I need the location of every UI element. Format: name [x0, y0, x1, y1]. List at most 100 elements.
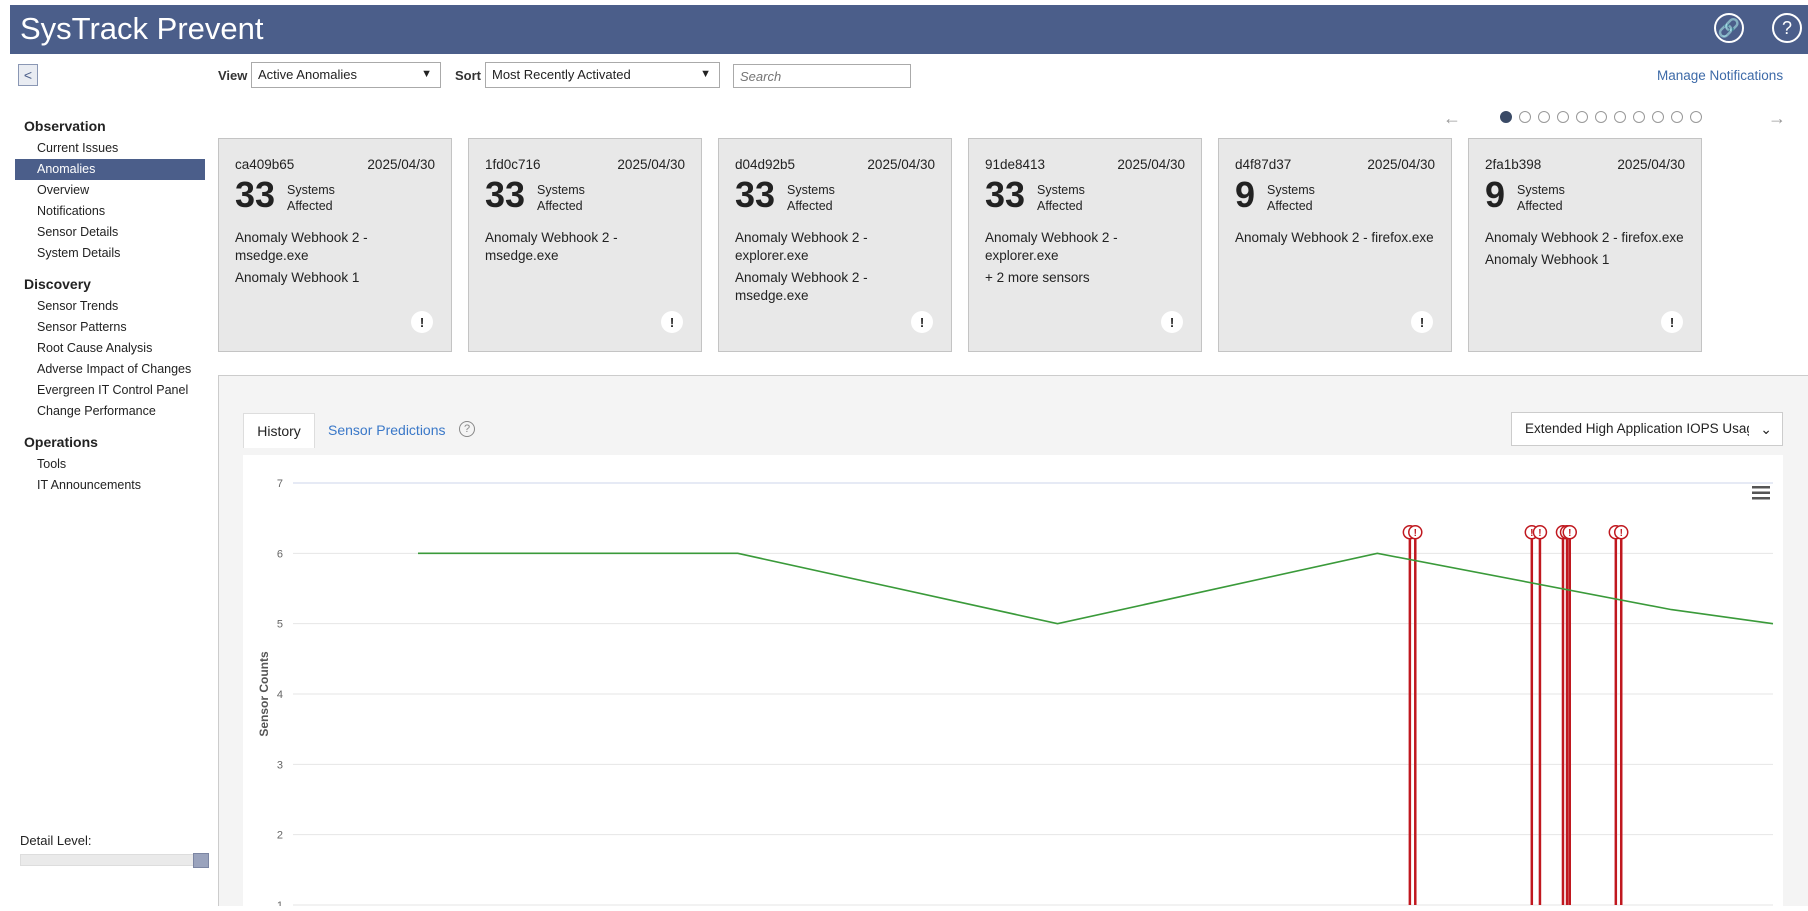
detail-level-slider[interactable]: [20, 853, 209, 868]
nav-section-title: Operations: [24, 434, 98, 450]
sidebar-nav: Observation Current Issues Anomalies Overvi…: [15, 116, 205, 506]
next-arrow-icon[interactable]: →: [1768, 108, 1786, 129]
anomaly-date: 2025/04/30: [367, 157, 435, 172]
sidebar-item-root-cause-analysis[interactable]: Root Cause Analysis: [15, 338, 205, 359]
systems-affected-count: 9: [1235, 174, 1256, 215]
y-tick-label: 5: [277, 619, 283, 631]
y-tick-label: 7: [277, 478, 283, 490]
anomaly-card[interactable]: ca409b65 2025/04/30 33 Systems Affected Anoma…: [218, 138, 452, 352]
y-tick-label: 4: [277, 689, 283, 701]
view-label: View: [218, 68, 248, 83]
alert-icon: !: [1661, 311, 1683, 333]
chart-menu-icon[interactable]: [1752, 485, 1770, 506]
affected-label: Affected: [1037, 199, 1083, 213]
manage-notifications-link[interactable]: Manage Notifications: [1657, 68, 1783, 83]
page-dot[interactable]: [1500, 111, 1512, 123]
sidebar-item-tools[interactable]: Tools: [15, 454, 205, 475]
alert-icon: !: [661, 311, 683, 333]
systems-affected-count: 33: [735, 174, 776, 215]
nav-section-title: Observation: [24, 118, 106, 134]
y-axis-label: Sensor Counts: [257, 651, 271, 737]
anomaly-marker-glyph: !: [1620, 528, 1623, 539]
sensor-list: Anomaly Webhook 2 - explorer.exe + 2 more…: [985, 229, 1190, 291]
sensor-name: Anomaly Webhook 2 - msedge.exe: [735, 270, 868, 303]
page-dot[interactable]: [1538, 111, 1550, 123]
sensor-name: Anomaly Webhook 2 - msedge.exe: [485, 230, 618, 263]
sort-label: Sort: [455, 68, 481, 83]
sidebar-item-evergreen-it-control-panel[interactable]: Evergreen IT Control Panel: [15, 380, 205, 401]
anomaly-marker-glyph: !: [1538, 528, 1541, 539]
sensor-name: Anomaly Webhook 2 - firefox.exe: [1485, 230, 1684, 245]
systems-affected-label: Systems Affected: [1517, 182, 1565, 214]
page-dot[interactable]: [1614, 111, 1626, 123]
view-select[interactable]: Active Anomalies ▼: [251, 62, 441, 88]
anomaly-id: ca409b65: [235, 157, 295, 172]
page-dot[interactable]: [1519, 111, 1531, 123]
anomaly-card[interactable]: d04d92b5 2025/04/30 33 Systems Affected Anoma…: [718, 138, 952, 352]
affected-label: Affected: [537, 199, 583, 213]
page-dot[interactable]: [1557, 111, 1569, 123]
page-dot[interactable]: [1595, 111, 1607, 123]
systems-affected-label: Systems Affected: [1037, 182, 1085, 214]
page-dot[interactable]: [1633, 111, 1645, 123]
sensor-name: Anomaly Webhook 2 - msedge.exe: [235, 230, 368, 263]
tab-sensor-predictions[interactable]: Sensor Predictions: [328, 413, 446, 447]
nav-section: Observation Current Issues Anomalies Overvi…: [15, 116, 205, 264]
help-icon[interactable]: ?: [1772, 13, 1802, 43]
y-tick-label: 2: [277, 830, 283, 842]
page-dot[interactable]: [1576, 111, 1588, 123]
slider-handle[interactable]: [193, 853, 209, 868]
sensor-list: Anomaly Webhook 2 - msedge.exe: [485, 229, 690, 269]
search-input[interactable]: [733, 64, 911, 88]
sensor-select[interactable]: Extended High Application IOPS Usage ⌄: [1511, 412, 1783, 446]
sidebar-item-system-details[interactable]: System Details: [15, 243, 205, 264]
anomaly-date: 2025/04/30: [1367, 157, 1435, 172]
sidebar-item-notifications[interactable]: Notifications: [15, 201, 205, 222]
anomaly-date: 2025/04/30: [617, 157, 685, 172]
sensor-name: Anomaly Webhook 1: [235, 270, 360, 285]
anomaly-card[interactable]: 1fd0c716 2025/04/30 33 Systems Affected Anoma…: [468, 138, 702, 352]
affected-label: Affected: [287, 199, 333, 213]
sidebar-item-overview[interactable]: Overview: [15, 180, 205, 201]
prev-arrow-icon[interactable]: ←: [1443, 108, 1461, 129]
chevron-left-icon: <: [23, 67, 33, 83]
sidebar-item-it-announcements[interactable]: IT Announcements: [15, 475, 205, 496]
sidebar-item-sensor-details[interactable]: Sensor Details: [15, 222, 205, 243]
link-icon[interactable]: 🔗: [1714, 13, 1744, 43]
anomaly-date: 2025/04/30: [1617, 157, 1685, 172]
systems-affected-label: Systems Affected: [537, 182, 585, 214]
anomaly-card[interactable]: 2fa1b398 2025/04/30 9 Systems Affected Anomal…: [1468, 138, 1702, 352]
systems-label: Systems: [1267, 183, 1315, 197]
page-dot[interactable]: [1690, 111, 1702, 123]
app-title: SysTrack Prevent: [20, 11, 264, 46]
sidebar-item-sensor-patterns[interactable]: Sensor Patterns: [15, 317, 205, 338]
systems-affected-label: Systems Affected: [287, 182, 335, 214]
sidebar-item-adverse-impact-of-changes[interactable]: Adverse Impact of Changes: [15, 359, 205, 380]
anomaly-card[interactable]: 91de8413 2025/04/30 33 Systems Affected Anoma…: [968, 138, 1202, 352]
anomaly-id: 1fd0c716: [485, 157, 541, 172]
alert-icon: !: [411, 311, 433, 333]
sidebar-item-anomalies[interactable]: Anomalies: [15, 159, 205, 180]
anomaly-card[interactable]: d4f87d37 2025/04/30 9 Systems Affected Anomal…: [1218, 138, 1452, 352]
nav-section: Discovery Sensor Trends Sensor Patterns Roo…: [15, 274, 205, 422]
question-icon[interactable]: ?: [459, 421, 475, 437]
sensor-name: Anomaly Webhook 2 - explorer.exe: [985, 230, 1118, 263]
page-dot[interactable]: [1671, 111, 1683, 123]
view-select-value: Active Anomalies: [258, 67, 357, 82]
caret-down-icon: ▼: [700, 68, 711, 80]
tab-history[interactable]: History: [243, 413, 315, 448]
anomaly-date: 2025/04/30: [1117, 157, 1185, 172]
sensor-list: Anomaly Webhook 2 - msedge.exe Anomaly We…: [235, 229, 440, 291]
detail-level-label: Detail Level:: [20, 833, 92, 848]
sensor-list: Anomaly Webhook 2 - firefox.exe Anomaly W…: [1485, 229, 1690, 273]
sidebar-item-sensor-trends[interactable]: Sensor Trends: [15, 296, 205, 317]
anomaly-marker-glyph: !: [1568, 528, 1571, 539]
sort-select[interactable]: Most Recently Activated ▼: [485, 62, 720, 88]
y-tick-label: 3: [277, 759, 283, 771]
sidebar-item-change-performance[interactable]: Change Performance: [15, 401, 205, 422]
collapse-sidebar-button[interactable]: <: [18, 64, 38, 86]
systems-label: Systems: [1517, 183, 1565, 197]
sensor-select-value: Extended High Application IOPS Usage: [1525, 421, 1749, 436]
page-dot[interactable]: [1652, 111, 1664, 123]
sidebar-item-current-issues[interactable]: Current Issues: [15, 138, 205, 159]
